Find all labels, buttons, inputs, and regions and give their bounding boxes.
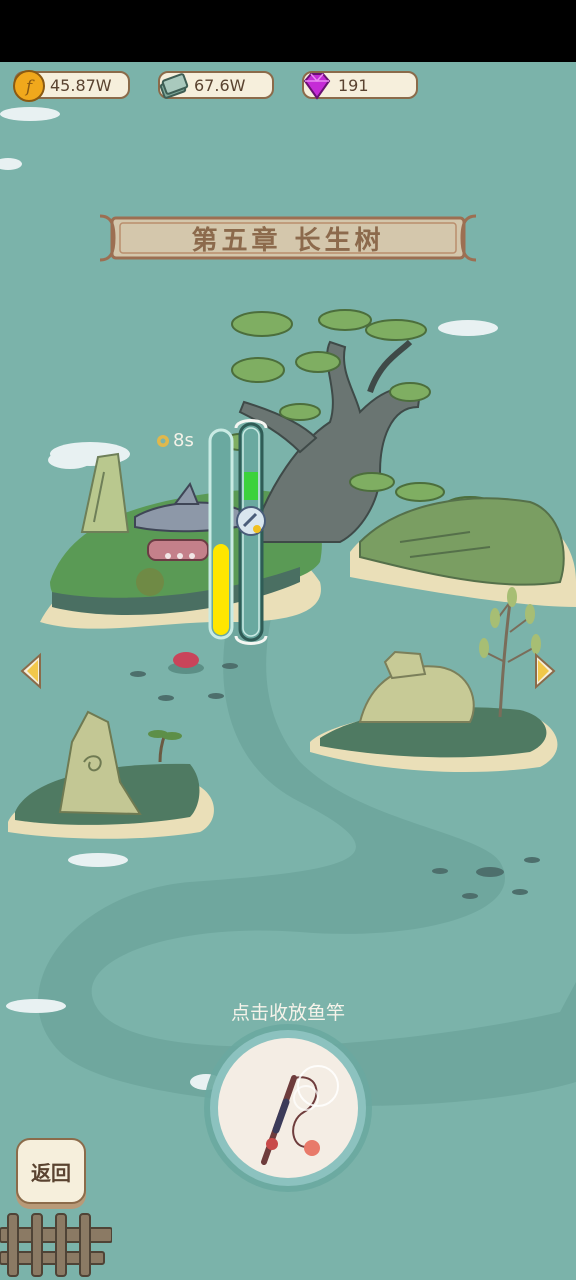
gear-icon	[157, 434, 169, 447]
gem-icon	[303, 73, 331, 100]
tension-fill	[213, 544, 229, 635]
wooden-dock	[0, 1213, 112, 1277]
gem-counter[interactable]: 191	[302, 71, 418, 100]
bobber	[168, 652, 204, 674]
status-bar	[0, 0, 576, 62]
coin-value: 45.87W	[50, 75, 112, 95]
coin-icon: f	[13, 70, 45, 102]
timer-value: 8s	[173, 430, 194, 451]
reel-hint: 点击收放鱼竿	[230, 1002, 345, 1024]
fishing-timer: 8s	[155, 430, 194, 451]
tension-gauge	[208, 428, 234, 640]
next-area-arrow[interactable]	[532, 652, 558, 690]
prev-area-arrow[interactable]	[18, 652, 44, 690]
fish-marker-icon	[236, 506, 266, 536]
cash-counter[interactable]: 67.6W	[158, 71, 274, 99]
back-button[interactable]: 返回	[16, 1138, 86, 1204]
statue-island	[8, 710, 214, 839]
chapter-title: 第五章 长生树	[191, 226, 385, 256]
game-screen: f 45.87W 67.6W 191 第五章 长生树 8s 点击收放鱼竿 返回	[0, 62, 576, 1280]
reel-progress-gauge	[234, 419, 268, 645]
terraced-shore	[350, 497, 576, 607]
coin-counter[interactable]: f 45.87W	[13, 70, 130, 102]
right-rock-island	[310, 587, 558, 772]
cash-stack-icon	[159, 73, 189, 99]
reel-rod-button[interactable]	[202, 1022, 374, 1194]
catch-zone	[244, 472, 258, 500]
gem-value: 191	[338, 75, 369, 95]
cash-value: 67.6W	[194, 75, 246, 95]
